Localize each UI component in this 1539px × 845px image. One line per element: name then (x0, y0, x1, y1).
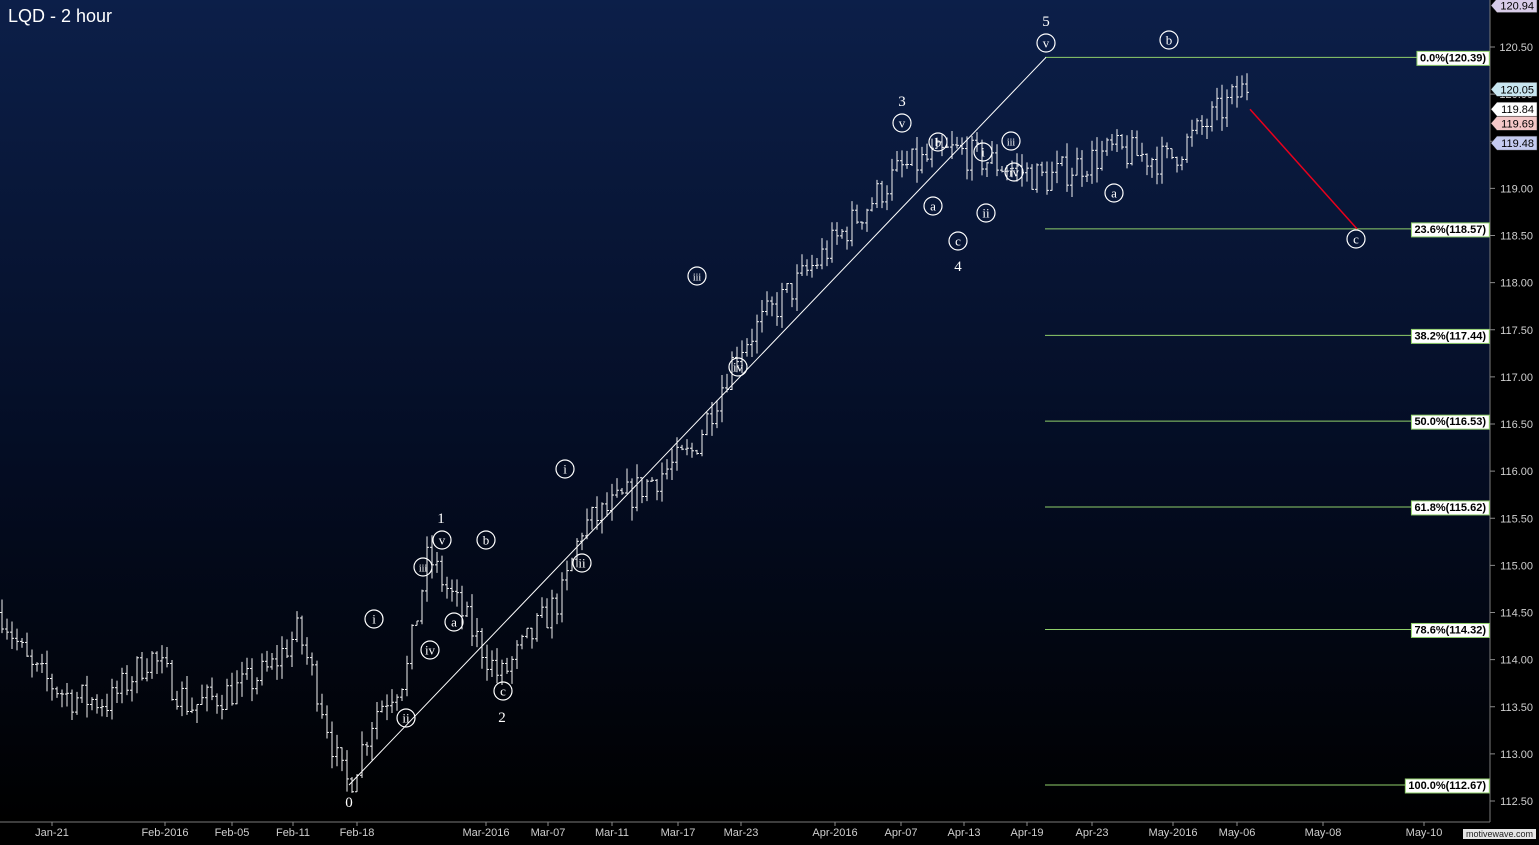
x-tick-label: Apr-19 (1010, 827, 1043, 839)
chart-stage: 0.0%(120.39)23.6%(118.57)38.2%(117.44)50… (0, 0, 1539, 840)
wave-label: c (1353, 232, 1359, 247)
wave-degree-label: 4 (954, 259, 962, 275)
x-tick-label: May-10 (1406, 827, 1443, 839)
x-tick-label: Apr-13 (947, 827, 980, 839)
y-tick-label: 117.00 (1500, 372, 1533, 384)
y-tick-label: 116.00 (1500, 466, 1533, 478)
y-tick-label: 114.50 (1500, 608, 1533, 620)
x-tick-label: Mar-23 (724, 827, 759, 839)
fib-level-label: 23.6%(118.57) (1414, 224, 1486, 236)
wave-label: i (981, 145, 985, 160)
x-tick-label: Jan-21 (35, 827, 69, 839)
y-tick-label: 115.50 (1500, 513, 1533, 525)
fib-level-label: 61.8%(115.62) (1414, 502, 1486, 514)
wave-label: a (1111, 186, 1117, 201)
wave-label: iii (419, 564, 428, 575)
fib-level-label: 78.6%(114.32) (1414, 624, 1486, 636)
y-tick-label: 112.50 (1500, 796, 1533, 808)
wave-label: iv (1009, 165, 1020, 180)
wave-label: i (372, 612, 376, 627)
chart-title: LQD - 2 hour (8, 6, 112, 27)
x-tick-label: May-2016 (1149, 827, 1198, 839)
wave-label: iv (425, 643, 436, 658)
watermark: motivewave.com (1463, 829, 1536, 839)
x-tick-label: Mar-2016 (462, 827, 509, 839)
wave-label: c (500, 684, 506, 699)
wave-label: b (1166, 33, 1173, 48)
fib-level-label: 0.0%(120.39) (1420, 52, 1486, 64)
x-tick-label: Mar-11 (595, 827, 629, 839)
wave-label: v (439, 533, 446, 548)
x-tick-label: Apr-07 (884, 827, 917, 839)
price-tag-label: 119.69 (1501, 118, 1534, 130)
wave-degree-label: 3 (898, 94, 906, 110)
wave-label: iii (693, 273, 702, 284)
wave-label: ii (982, 206, 990, 221)
wave-degree-label: 1 (437, 511, 445, 527)
x-tick-label: Mar-17 (661, 827, 696, 839)
x-tick-label: May-06 (1219, 827, 1256, 839)
y-tick-label: 118.50 (1500, 231, 1533, 243)
wave-label: i (563, 462, 567, 477)
wave-label: b (935, 135, 942, 150)
x-tick-label: Feb-05 (215, 827, 250, 839)
y-tick-label: 114.00 (1500, 655, 1533, 667)
wave-label: ii (402, 711, 410, 726)
wave-label: v (899, 116, 906, 131)
wave-label: v (1043, 36, 1050, 51)
y-tick-label: 116.50 (1500, 419, 1533, 431)
x-tick-label: Feb-2016 (141, 827, 188, 839)
x-tick-label: Apr-23 (1075, 827, 1108, 839)
wave-label: c (955, 234, 961, 249)
x-tick-label: Mar-07 (531, 827, 566, 839)
wave-label: ii (578, 556, 586, 571)
x-tick-label: Feb-18 (340, 827, 375, 839)
price-chart[interactable]: 0.0%(120.39)23.6%(118.57)38.2%(117.44)50… (0, 0, 1539, 840)
y-tick-label: 120.50 (1499, 42, 1533, 54)
wave-label: b (483, 533, 490, 548)
y-tick-label: 118.00 (1500, 278, 1533, 290)
wave-degree-label: 5 (1042, 14, 1050, 30)
y-tick-label: 117.50 (1500, 325, 1533, 337)
fib-level-label: 38.2%(117.44) (1414, 330, 1486, 342)
y-tick-label: 113.00 (1500, 749, 1533, 761)
plot-background (0, 0, 1490, 822)
y-tick-label: 119.00 (1500, 183, 1533, 195)
wave-degree-label: 2 (498, 710, 506, 726)
x-tick-label: Feb-11 (276, 827, 310, 839)
wave-degree-label: 0 (345, 795, 353, 811)
fib-level-label: 50.0%(116.53) (1414, 416, 1486, 428)
wave-label: iii (1007, 138, 1016, 149)
x-tick-label: May-08 (1305, 827, 1342, 839)
price-tag-label: 120.05 (1500, 84, 1534, 96)
x-tick-label: Apr-2016 (812, 827, 857, 839)
wave-label: a (930, 199, 936, 214)
price-tag-label: 119.48 (1501, 138, 1534, 150)
price-tag-label: 120.94 (1500, 1, 1534, 13)
y-tick-label: 115.00 (1500, 560, 1533, 572)
wave-label: iv (733, 360, 744, 375)
price-tag-label: 119.84 (1501, 104, 1534, 116)
y-tick-label: 113.50 (1500, 702, 1533, 714)
wave-label: a (451, 615, 457, 630)
fib-level-label: 100.0%(112.67) (1408, 780, 1486, 792)
